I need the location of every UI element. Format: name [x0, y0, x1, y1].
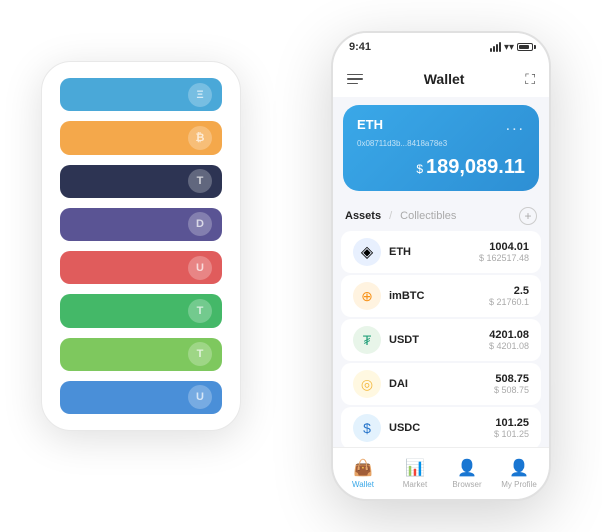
asset-amount: 1004.01: [479, 241, 529, 253]
nav-profile[interactable]: 👤 My Profile: [493, 458, 545, 489]
asset-name: imBTC: [389, 290, 489, 302]
background-phone: Ξ ₿ T D U T T U: [41, 61, 241, 431]
nav-market-label: Market: [403, 480, 427, 489]
asset-usd: $ 21760.1: [489, 297, 529, 307]
asset-usd: $ 508.75: [494, 385, 529, 395]
table-row[interactable]: ◎ DAI 508.75 $ 508.75: [341, 363, 541, 405]
asset-values: 2.5 $ 21760.1: [489, 285, 529, 307]
tab-separator: /: [389, 210, 392, 222]
card-icon: ₿: [188, 126, 212, 150]
dai-icon: ◎: [353, 370, 381, 398]
bottom-nav: 👜 Wallet 📊 Market 👤 Browser 👤 My Profile: [333, 447, 549, 499]
phone-header: Wallet ⛶: [333, 61, 549, 97]
asset-values: 4201.08 $ 4201.08: [489, 329, 529, 351]
asset-values: 1004.01 $ 162517.48: [479, 241, 529, 263]
nav-wallet[interactable]: 👜 Wallet: [337, 458, 389, 489]
nav-market[interactable]: 📊 Market: [389, 458, 441, 489]
status-icons: ▾▾: [490, 42, 533, 53]
list-item[interactable]: Ξ: [60, 78, 222, 111]
card-icon: U: [188, 256, 212, 280]
list-item[interactable]: D: [60, 208, 222, 241]
table-row[interactable]: ◈ ETH 1004.01 $ 162517.48: [341, 231, 541, 273]
balance-card-top: ETH ...: [357, 117, 525, 135]
signal-icon: [490, 42, 501, 52]
nav-profile-label: My Profile: [501, 480, 537, 489]
add-asset-button[interactable]: +: [519, 207, 537, 225]
assets-header: Assets / Collectibles +: [333, 199, 549, 229]
list-item[interactable]: T: [60, 165, 222, 198]
nav-browser[interactable]: 👤 Browser: [441, 458, 493, 489]
tab-collectibles[interactable]: Collectibles: [400, 210, 456, 222]
balance-value: 189,089.11: [426, 156, 525, 178]
asset-values: 101.25 $ 101.25: [494, 417, 529, 439]
profile-icon: 👤: [509, 458, 529, 478]
asset-list: ◈ ETH 1004.01 $ 162517.48 ⊕ imBTC 2.5 $ …: [333, 229, 549, 447]
nav-browser-label: Browser: [452, 480, 481, 489]
balance-amount: $189,089.11: [357, 156, 525, 179]
browser-icon: 👤: [457, 458, 477, 478]
currency-symbol: $: [416, 162, 423, 176]
asset-amount: 4201.08: [489, 329, 529, 341]
list-item[interactable]: ₿: [60, 121, 222, 154]
page-title: Wallet: [424, 71, 465, 87]
list-item[interactable]: U: [60, 381, 222, 414]
balance-coin: ETH: [357, 117, 383, 132]
asset-usd: $ 101.25: [494, 429, 529, 439]
card-icon: T: [188, 342, 212, 366]
nav-wallet-label: Wallet: [352, 480, 374, 489]
asset-name: ETH: [389, 246, 479, 258]
card-icon: U: [188, 385, 212, 409]
tab-assets[interactable]: Assets: [345, 210, 381, 222]
table-row[interactable]: $ USDC 101.25 $ 101.25: [341, 407, 541, 447]
status-time: 9:41: [349, 41, 371, 53]
phone-content: ETH ... 0x08711d3b...8418a78e3 $189,089.…: [333, 97, 549, 447]
status-bar: 9:41 ▾▾: [333, 33, 549, 61]
list-item[interactable]: U: [60, 251, 222, 284]
card-icon: T: [188, 299, 212, 323]
wallet-icon: 👜: [353, 458, 373, 478]
battery-icon: [517, 43, 533, 51]
market-icon: 📊: [405, 458, 425, 478]
balance-card[interactable]: ETH ... 0x08711d3b...8418a78e3 $189,089.…: [343, 105, 539, 191]
imbtc-icon: ⊕: [353, 282, 381, 310]
asset-amount: 101.25: [494, 417, 529, 429]
card-icon: Ξ: [188, 83, 212, 107]
asset-amount: 2.5: [489, 285, 529, 297]
asset-usd: $ 4201.08: [489, 341, 529, 351]
asset-usd: $ 162517.48: [479, 253, 529, 263]
card-icon: D: [188, 212, 212, 236]
usdt-icon: ₮: [353, 326, 381, 354]
assets-tabs: Assets / Collectibles: [345, 210, 456, 222]
card-icon: T: [188, 169, 212, 193]
scene: Ξ ₿ T D U T T U 9:41: [21, 21, 581, 511]
expand-icon[interactable]: ⛶: [525, 71, 535, 88]
balance-address: 0x08711d3b...8418a78e3: [357, 139, 525, 148]
menu-icon[interactable]: [347, 74, 363, 85]
front-phone: 9:41 ▾▾ Wallet ⛶ ET: [331, 31, 551, 501]
list-item[interactable]: T: [60, 338, 222, 371]
wifi-icon: ▾▾: [504, 42, 514, 53]
asset-values: 508.75 $ 508.75: [494, 373, 529, 395]
asset-name: USDC: [389, 422, 494, 434]
table-row[interactable]: ₮ USDT 4201.08 $ 4201.08: [341, 319, 541, 361]
usdc-icon: $: [353, 414, 381, 442]
asset-name: USDT: [389, 334, 489, 346]
eth-icon: ◈: [353, 238, 381, 266]
table-row[interactable]: ⊕ imBTC 2.5 $ 21760.1: [341, 275, 541, 317]
asset-amount: 508.75: [494, 373, 529, 385]
list-item[interactable]: T: [60, 294, 222, 327]
asset-name: DAI: [389, 378, 494, 390]
balance-more-icon[interactable]: ...: [506, 117, 525, 135]
